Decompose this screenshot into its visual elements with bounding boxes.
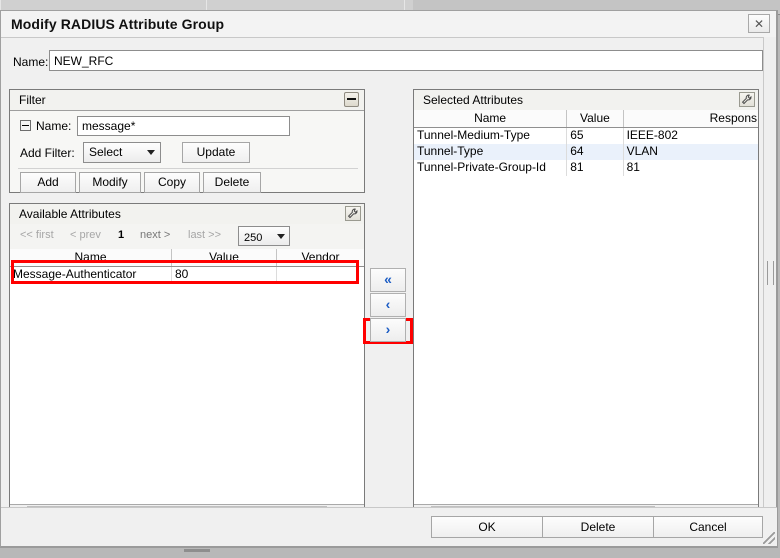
update-button[interactable]: Update (182, 142, 250, 163)
filter-name-input[interactable] (77, 116, 290, 136)
table-row[interactable]: Tunnel-Private-Group-Id 81 81 (414, 160, 758, 176)
selected-attributes-table: Name Value Respons Tunnel-Medium-Type 65… (414, 110, 758, 176)
cell-response: IEEE-802 (626, 128, 678, 142)
cell-value: 81 (567, 160, 624, 176)
table-header-row: Name Value Vendor (10, 249, 364, 267)
close-icon[interactable]: ✕ (748, 14, 770, 33)
minus-icon[interactable] (344, 92, 359, 107)
collapse-minus-icon[interactable] (20, 120, 31, 131)
screen: Modify RADIUS Attribute Group ✕ Name: Fi… (0, 0, 780, 558)
ok-button[interactable]: OK (431, 516, 543, 538)
cell-name: Tunnel-Medium-Type (414, 128, 568, 144)
add-filter-selected-value: Select (89, 145, 123, 159)
available-panel-header: Available Attributes (10, 204, 364, 225)
transfer-button-group: « ‹ › (370, 268, 406, 343)
page-size-select[interactable]: 250 (238, 226, 290, 246)
dialog-footer: OK Delete Cancel (1, 507, 777, 546)
page-footer-edge (0, 548, 780, 558)
pagination-row: << first < prev 1 next > last >> 250 (10, 224, 364, 250)
column-header-name[interactable]: Name (10, 249, 172, 266)
cell-name: Message-Authenticator (10, 267, 172, 283)
splitter-grip-icon (767, 260, 774, 285)
pagination-last[interactable]: last >> (188, 229, 221, 241)
chevron-down-icon (147, 150, 155, 155)
filter-panel: Filter Name: Add Filter: Select Update A… (9, 89, 365, 193)
pagination-current-page: 1 (118, 229, 125, 241)
move-right-button[interactable]: › (370, 318, 406, 342)
table-row[interactable]: Message-Authenticator 80 (10, 267, 364, 283)
copy-button[interactable]: Copy (144, 172, 200, 193)
move-left-button[interactable]: ‹ (370, 293, 406, 317)
filter-panel-header: Filter (10, 90, 364, 111)
resize-grip-icon[interactable] (763, 532, 775, 544)
column-header-vendor[interactable]: Vendor (277, 249, 364, 266)
table-header-row: Name Value Respons (414, 110, 758, 128)
panel-splitter[interactable] (763, 37, 776, 508)
cell-value: 80 (172, 267, 277, 283)
cell-vendor (277, 267, 364, 283)
table-row[interactable]: Tunnel-Type 64 VLAN (414, 144, 758, 160)
available-panel-title: Available Attributes (19, 207, 121, 221)
available-attributes-panel: Available Attributes << first < prev 1 n… (9, 203, 365, 521)
cell-response: VLAN (626, 144, 658, 158)
cell-response: 81 (626, 160, 640, 174)
add-filter-row: Add Filter: Select Update (10, 142, 364, 166)
cell-name: Tunnel-Type (414, 144, 568, 160)
delete-filter-button[interactable]: Delete (203, 172, 261, 193)
selected-attributes-panel: Selected Attributes Name Value Respons T… (413, 89, 759, 521)
filter-action-row: Add Modify Copy Delete (10, 172, 364, 194)
pagination-next[interactable]: next > (140, 229, 170, 241)
column-header-response[interactable]: Respons (624, 110, 758, 127)
chevron-down-icon (277, 234, 285, 239)
column-header-value[interactable]: Value (172, 249, 277, 266)
table-row[interactable]: Tunnel-Medium-Type 65 IEEE-802 (414, 128, 758, 144)
filter-name-row: Name: (10, 116, 364, 140)
column-header-name[interactable]: Name (414, 110, 568, 127)
pagination-first[interactable]: << first (20, 229, 54, 241)
cell-name: Tunnel-Private-Group-Id (414, 160, 568, 176)
filter-panel-title: Filter (19, 93, 46, 107)
column-header-value[interactable]: Value (567, 110, 624, 127)
selected-panel-header: Selected Attributes (414, 90, 758, 111)
modify-radius-attribute-group-dialog: Modify RADIUS Attribute Group ✕ Name: Fi… (0, 10, 778, 548)
cell-value: 65 (567, 128, 624, 144)
cell-value: 64 (567, 144, 624, 160)
add-button[interactable]: Add (20, 172, 76, 193)
pagination-prev[interactable]: < prev (70, 229, 101, 241)
dialog-titlebar: Modify RADIUS Attribute Group ✕ (1, 11, 776, 38)
modify-button[interactable]: Modify (79, 172, 141, 193)
wrench-icon[interactable] (345, 206, 361, 221)
filter-divider (18, 168, 358, 169)
dialog-title: Modify RADIUS Attribute Group (11, 16, 225, 32)
add-filter-label: Add Filter: (20, 146, 75, 160)
group-name-row: Name: (1, 47, 777, 77)
filter-name-label: Name: (36, 119, 72, 133)
wrench-icon[interactable] (739, 92, 755, 107)
page-size-value: 250 (244, 232, 263, 244)
add-filter-select[interactable]: Select (83, 142, 161, 163)
group-name-input[interactable] (49, 50, 763, 71)
selected-panel-title: Selected Attributes (423, 93, 524, 107)
move-all-left-button[interactable]: « (370, 268, 406, 292)
group-name-label: Name: (13, 55, 49, 69)
cancel-button[interactable]: Cancel (653, 516, 763, 538)
available-attributes-table: Name Value Vendor Message-Authenticator … (10, 249, 364, 283)
delete-button[interactable]: Delete (542, 516, 654, 538)
footer-nub (184, 549, 210, 552)
